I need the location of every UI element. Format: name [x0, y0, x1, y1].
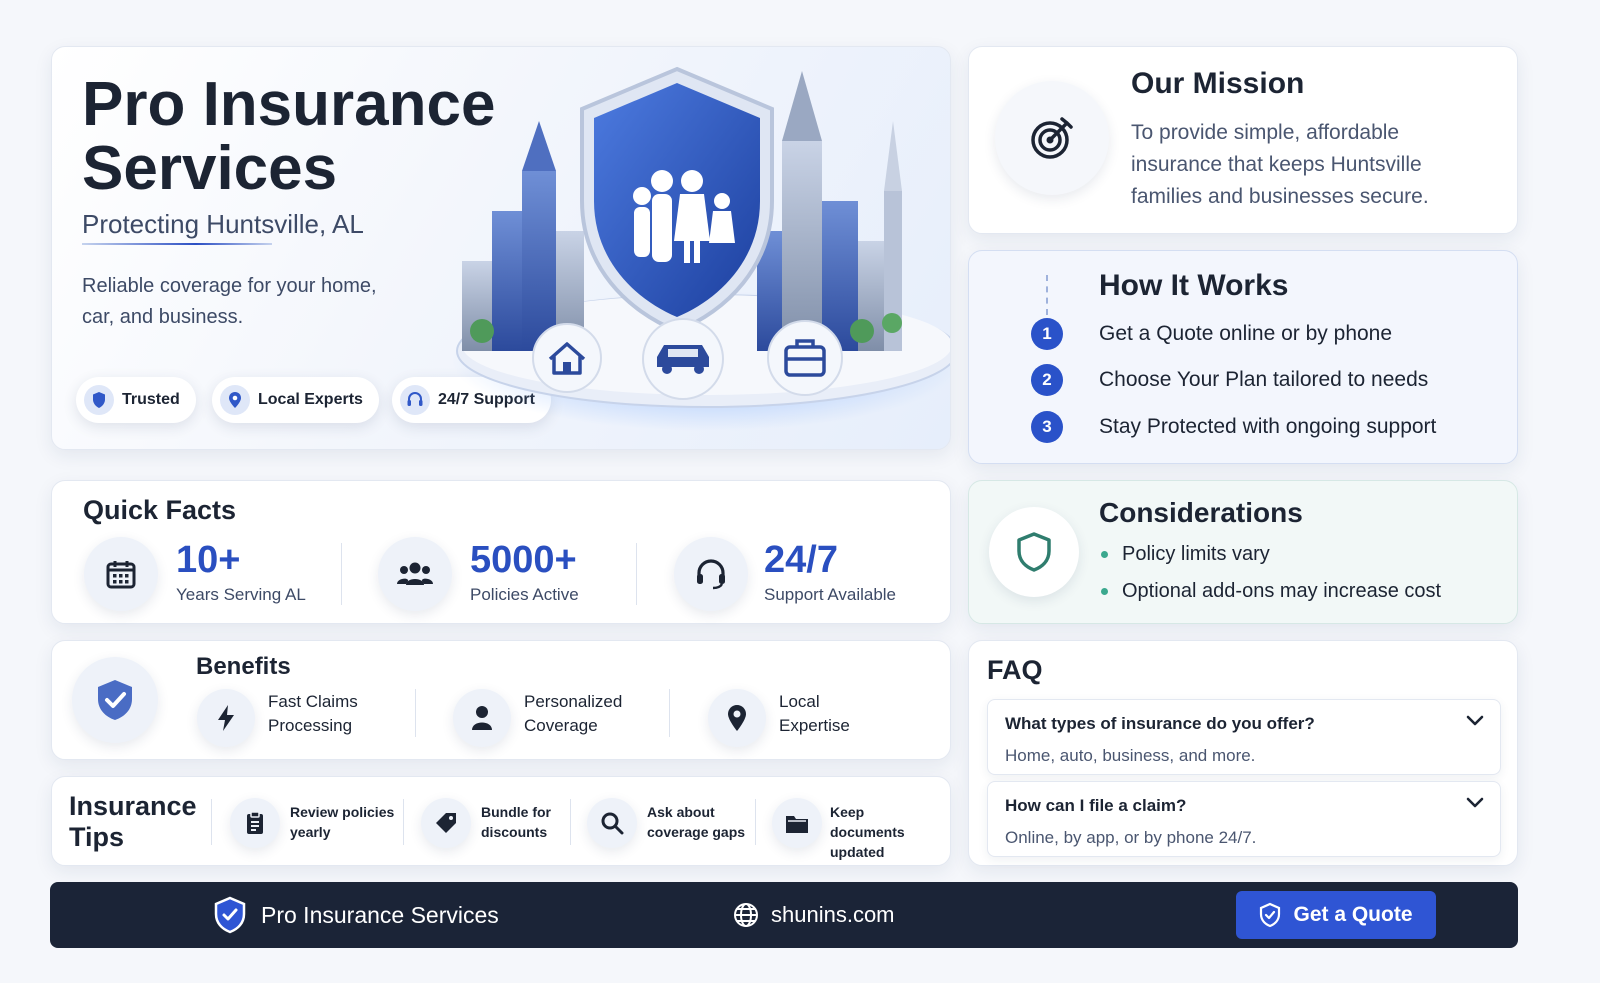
briefcase-icon — [767, 320, 843, 396]
shield-check-icon — [213, 896, 247, 934]
faq-item[interactable]: What types of insurance do you offer? Ho… — [987, 699, 1501, 775]
folder-icon — [772, 798, 822, 848]
bullet-dot — [1101, 551, 1108, 558]
hero-description: Reliable coverage for your home, car, an… — [82, 275, 377, 328]
fact-label: Support Available — [764, 585, 897, 604]
mission-card: Our Mission To provide simple, affordabl… — [968, 46, 1518, 234]
clipboard-icon — [230, 798, 280, 848]
step-1: 1 Get a Quote online or by phone — [1031, 318, 1392, 350]
shield-city-illustration — [452, 66, 950, 431]
headset-icon — [674, 537, 748, 611]
consideration-item: Optional add-ons may increase cost — [1101, 580, 1441, 603]
benefits-title: Benefits — [196, 653, 291, 680]
benefit-label: Local Expertise — [779, 692, 850, 735]
mission-text: To provide simple, affordable insurance … — [1131, 121, 1429, 208]
shield-outline-icon — [989, 507, 1079, 597]
fact-value: 24/7 — [764, 539, 838, 581]
timeline-connector — [1046, 275, 1048, 315]
considerations-title: Considerations — [1099, 497, 1303, 528]
faq-question: How can I file a claim? — [1005, 796, 1187, 815]
divider — [415, 689, 416, 737]
faq-item[interactable]: How can I file a claim? Online, by app, … — [987, 781, 1501, 857]
chevron-down-icon[interactable] — [1466, 796, 1484, 814]
quick-facts-title: Quick Facts — [83, 495, 237, 525]
step-number: 2 — [1031, 364, 1063, 396]
divider — [403, 799, 404, 845]
faq-answer: Online, by app, or by phone 24/7. — [1005, 828, 1257, 847]
shield-check-icon — [1259, 902, 1281, 928]
badge-trusted: Trusted — [76, 377, 196, 423]
shield-check-icon — [72, 657, 158, 743]
faq-title: FAQ — [987, 655, 1043, 685]
fact-label: Policies Active — [470, 585, 579, 604]
benefit-label: Fast Claims Processing — [268, 692, 358, 735]
tip-label: Ask about coverage gaps — [647, 804, 746, 840]
faq-card: FAQ What types of insurance do you offer… — [968, 640, 1518, 866]
divider — [211, 799, 212, 845]
tips-title: Insurance Tips — [69, 791, 197, 852]
target-icon — [995, 81, 1109, 195]
footer-brand-name: Pro Insurance Services — [261, 901, 499, 928]
person-icon — [453, 689, 511, 747]
badge-local-experts: Local Experts — [212, 377, 379, 423]
divider — [636, 543, 637, 605]
benefit-label: Personalized Coverage — [524, 692, 623, 735]
faq-question: What types of insurance do you offer? — [1005, 714, 1315, 733]
divider — [341, 543, 342, 605]
search-icon — [587, 798, 637, 848]
home-icon — [532, 323, 602, 393]
tag-icon — [421, 798, 471, 848]
get-a-quote-button[interactable]: Get a Quote — [1236, 891, 1436, 939]
divider — [570, 799, 571, 845]
tip-label: Keep documents updated — [830, 804, 905, 860]
footer-website-text: shunins.com — [771, 902, 895, 927]
step-text: Get a Quote online or by phone — [1099, 322, 1393, 345]
get-a-quote-label: Get a Quote — [1293, 903, 1413, 926]
step-text: Stay Protected with ongoing support — [1099, 415, 1437, 438]
location-pin-icon — [708, 689, 766, 747]
fact-value: 5000+ — [470, 539, 577, 581]
tip-label: Review policies yearly — [290, 804, 395, 840]
divider — [755, 799, 756, 845]
badge-label: Local Experts — [258, 391, 363, 408]
calendar-icon — [84, 537, 158, 611]
car-icon — [642, 318, 724, 400]
badge-label: Trusted — [122, 391, 180, 408]
lightning-icon — [197, 689, 255, 747]
step-number: 1 — [1031, 318, 1063, 350]
step-number: 3 — [1031, 411, 1063, 443]
mission-title: Our Mission — [1131, 67, 1305, 100]
footer-brand: Pro Insurance Services — [213, 882, 499, 948]
insurance-tips-card: Insurance Tips Review policies yearly Bu… — [51, 776, 951, 866]
chevron-down-icon[interactable] — [1466, 714, 1484, 732]
fact-label: Years Serving AL — [176, 585, 306, 604]
considerations-card: Considerations Policy limits vary Option… — [968, 480, 1518, 624]
step-2: 2 Choose Your Plan tailored to needs — [1031, 364, 1428, 396]
users-icon — [378, 537, 452, 611]
benefits-card: Benefits Fast Claims Processing Personal… — [51, 640, 951, 760]
faq-answer: Home, auto, business, and more. — [1005, 746, 1256, 765]
divider — [669, 689, 670, 737]
step-3: 3 Stay Protected with ongoing support — [1031, 411, 1436, 443]
hero-subtitle: Protecting Huntsville, AL — [82, 209, 364, 239]
globe-icon — [733, 902, 759, 928]
consideration-item: Policy limits vary — [1101, 543, 1270, 566]
subtitle-underline — [82, 243, 272, 245]
hero-card: Pro Insurance Services Protecting Huntsv… — [51, 46, 951, 450]
step-text: Choose Your Plan tailored to needs — [1099, 368, 1429, 391]
quick-facts-card: Quick Facts 10+ Years Serving AL 5000+ P… — [51, 480, 951, 624]
shield-icon — [84, 385, 114, 415]
consideration-text: Optional add-ons may increase cost — [1122, 580, 1442, 602]
footer-bar: Pro Insurance Services shunins.com Get a… — [50, 882, 1518, 948]
fact-value: 10+ — [176, 539, 241, 581]
footer-website[interactable]: shunins.com — [733, 882, 895, 948]
location-pin-icon — [220, 385, 250, 415]
bullet-dot — [1101, 588, 1108, 595]
tip-label: Bundle for discounts — [481, 804, 551, 840]
consideration-text: Policy limits vary — [1122, 543, 1270, 565]
how-it-works-title: How It Works — [1099, 269, 1289, 302]
how-it-works-card: How It Works 1 Get a Quote online or by … — [968, 250, 1518, 464]
